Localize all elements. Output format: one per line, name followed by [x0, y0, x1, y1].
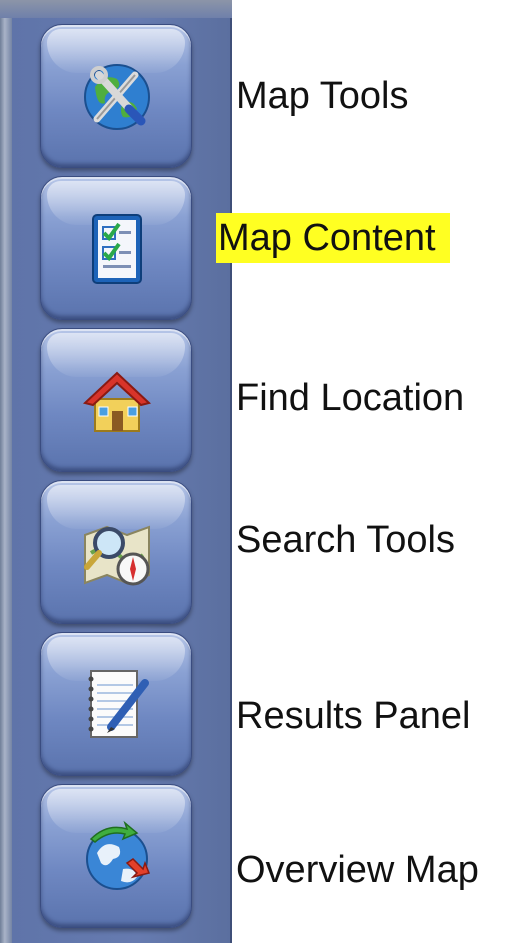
- house-icon: [82, 371, 152, 432]
- results-panel-label[interactable]: Results Panel: [236, 693, 476, 739]
- results-panel-text: Results Panel: [236, 695, 471, 737]
- map-content-label[interactable]: Map Content: [216, 213, 450, 263]
- find-location-button[interactable]: [40, 328, 192, 472]
- overview-map-button[interactable]: [40, 784, 192, 928]
- map-tools-button[interactable]: [40, 24, 192, 168]
- notepad-pen-icon: [88, 670, 149, 738]
- search-tools-text: Search Tools: [236, 519, 455, 561]
- globe-wrench-icon: [84, 64, 150, 130]
- find-location-label[interactable]: Find Location: [236, 375, 470, 421]
- map-tools-text: Map Tools: [236, 75, 409, 117]
- panel-top-bar: [0, 0, 232, 18]
- search-tools-label[interactable]: Search Tools: [236, 517, 461, 563]
- panel-edge: [0, 0, 12, 943]
- globe-arrows-icon: [86, 820, 151, 890]
- map-tools-label[interactable]: Map Tools: [236, 73, 415, 119]
- map-content-button[interactable]: [40, 176, 192, 320]
- search-tools-button[interactable]: [40, 480, 192, 624]
- overview-map-text: Overview Map: [236, 849, 479, 891]
- toolbar-panel: [0, 0, 232, 943]
- map-magnifier-compass-icon: [84, 525, 150, 586]
- map-content-text: Map Content: [218, 217, 436, 259]
- overview-map-label[interactable]: Overview Map: [236, 847, 485, 893]
- checklist-icon: [92, 214, 142, 284]
- find-location-text: Find Location: [236, 377, 465, 419]
- results-panel-button[interactable]: [40, 632, 192, 776]
